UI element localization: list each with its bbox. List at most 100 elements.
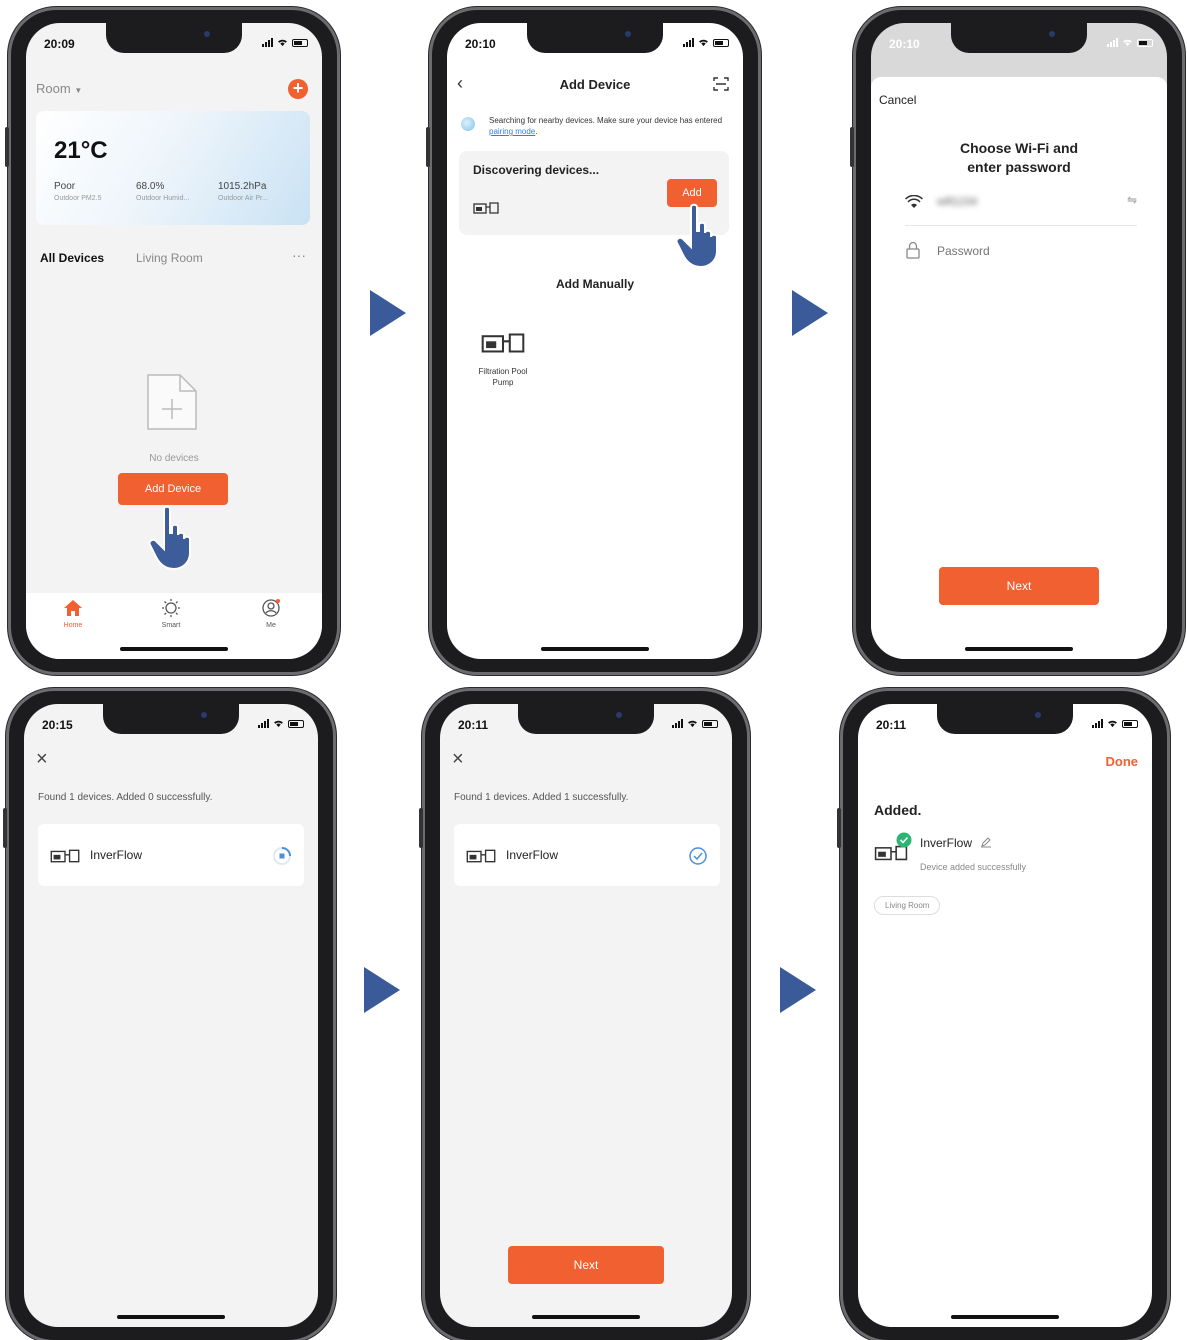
home-icon: [64, 600, 82, 616]
notch: [951, 23, 1087, 53]
home-indicator: [541, 647, 649, 651]
nav-me[interactable]: Me: [246, 599, 296, 629]
notch: [937, 704, 1073, 734]
scan-icon[interactable]: [713, 77, 729, 91]
battery-icon: [1137, 38, 1153, 47]
nav-home[interactable]: Home: [48, 599, 98, 629]
signal-icon: [258, 719, 269, 728]
signal-icon: [683, 38, 694, 47]
wifi-network-name[interactable]: wifi1234: [937, 196, 977, 208]
device-name: InverFlow: [506, 848, 559, 862]
wifi-icon: [1108, 720, 1117, 727]
cancel-button[interactable]: Cancel: [879, 93, 916, 107]
stat-label: Outdoor Humid...: [136, 195, 190, 202]
nav-me-label: Me: [266, 622, 276, 629]
pointing-hand-icon: [675, 203, 718, 269]
add-device-button[interactable]: Add Device: [118, 473, 228, 505]
empty-file-icon: [147, 374, 197, 430]
device-name: InverFlow: [90, 848, 143, 862]
switch-network-icon[interactable]: ⇋: [1127, 193, 1137, 207]
searching-indicator: [461, 117, 475, 131]
phone-adding: 20:15 × Found 1 devices. Added 0 success…: [3, 688, 336, 1340]
temperature: 21°C: [54, 137, 108, 164]
signal-icon: [1092, 719, 1103, 728]
step-arrow-icon: [780, 967, 816, 1013]
tab-all-devices[interactable]: All Devices: [40, 251, 104, 265]
home-indicator: [951, 1315, 1059, 1319]
wifi-icon: [699, 39, 708, 46]
phone-added-one: 20:11 × Found 1 devices. Added 1 success…: [419, 688, 750, 1340]
added-one-screen: 20:11 × Found 1 devices. Added 1 success…: [440, 704, 732, 1327]
password-field[interactable]: [937, 241, 1137, 261]
added-title: Added.: [874, 802, 922, 818]
found-status: Found 1 devices. Added 1 successfully.: [454, 792, 629, 803]
empty-text: No devices: [149, 453, 199, 464]
tab-living-room[interactable]: Living Room: [136, 251, 203, 265]
stat-pm25: Poor Outdoor PM2.5: [54, 181, 101, 202]
device-icon-wrap: [874, 832, 914, 862]
status-time: 20:10: [465, 37, 496, 51]
signal-icon: [672, 719, 683, 728]
close-icon[interactable]: ×: [452, 748, 464, 771]
sheet-title: Choose Wi-Fi and enter password: [871, 139, 1167, 177]
manual-device-label: Filtration Pool Pump: [478, 367, 528, 387]
manual-title: Add Manually: [555, 277, 634, 291]
room-chip[interactable]: Living Room: [874, 896, 941, 915]
sheet-title-line1: Choose Wi-Fi and: [959, 140, 1079, 156]
sheet-title-line2: enter password: [967, 159, 1071, 175]
phone-home: 20:09 Room ▼ + 21°C Poor Outdoor PM2.5 6…: [5, 7, 340, 675]
loading-spinner-icon: [273, 847, 291, 865]
wifi-icon: [905, 195, 923, 208]
stat-label: Outdoor PM2.5: [54, 195, 102, 202]
phone-added: 20:11 Done Added. InverFlow Device added…: [837, 688, 1170, 1340]
success-check-icon: [896, 832, 912, 848]
adding-screen: 20:15 × Found 1 devices. Added 0 success…: [24, 704, 318, 1327]
sun-icon: [162, 599, 180, 617]
status-time: 20:10: [889, 37, 920, 51]
next-button[interactable]: Next: [508, 1246, 664, 1284]
nav-home-label: Home: [63, 622, 83, 629]
home-indicator: [965, 647, 1073, 651]
signal-icon: [1107, 38, 1118, 47]
lock-icon: [906, 241, 920, 259]
stat-humidity: 68.0% Outdoor Humid...: [136, 181, 189, 202]
home-indicator: [117, 1315, 225, 1319]
device-name: InverFlow: [920, 836, 973, 850]
profile-icon: [262, 599, 280, 617]
phone-wifi: 20:10 Cancel Choose Wi-Fi and enter pass…: [850, 7, 1185, 675]
edit-pencil-icon[interactable]: [980, 836, 992, 848]
wifi-sheet: Cancel Choose Wi-Fi and enter password w…: [871, 77, 1167, 659]
wifi-icon: [274, 720, 283, 727]
more-icon[interactable]: ···: [292, 247, 306, 263]
close-icon[interactable]: ×: [36, 748, 48, 771]
pairing-mode-link[interactable]: pairing mode: [489, 127, 535, 136]
wifi-icon: [1123, 39, 1132, 46]
stat-value: 1015.2hPa: [218, 181, 267, 192]
step-arrow-icon: [370, 290, 406, 336]
pool-pump-icon: [466, 849, 496, 863]
manual-device-item[interactable]: Filtration Pool Pump: [475, 331, 531, 388]
stat-value: Poor: [54, 181, 76, 192]
pool-pump-icon: [481, 333, 525, 353]
add-circle-button[interactable]: +: [288, 79, 308, 99]
wifi-icon: [278, 39, 287, 46]
check-circle-icon: [689, 847, 707, 865]
status-time: 20:11: [458, 718, 489, 732]
page-title: Add Device: [559, 77, 631, 92]
room-selector[interactable]: Room ▼: [36, 81, 82, 96]
done-button[interactable]: Done: [1106, 754, 1139, 769]
device-row[interactable]: InverFlow: [38, 824, 304, 886]
step-arrow-icon: [364, 967, 400, 1013]
nav-smart[interactable]: Smart: [146, 599, 196, 629]
next-button[interactable]: Next: [939, 567, 1099, 605]
pointing-hand-icon: [148, 505, 191, 571]
pool-pump-icon: [50, 849, 80, 863]
wifi-icon: [688, 720, 697, 727]
search-status-text: Searching for nearby devices. Make sure …: [489, 116, 723, 125]
battery-icon: [288, 719, 304, 728]
pool-pump-icon: [473, 202, 499, 214]
status-time: 20:11: [876, 718, 907, 732]
home-indicator: [532, 1315, 640, 1319]
device-row[interactable]: InverFlow: [454, 824, 720, 886]
discover-title: Discovering devices...: [473, 163, 600, 177]
